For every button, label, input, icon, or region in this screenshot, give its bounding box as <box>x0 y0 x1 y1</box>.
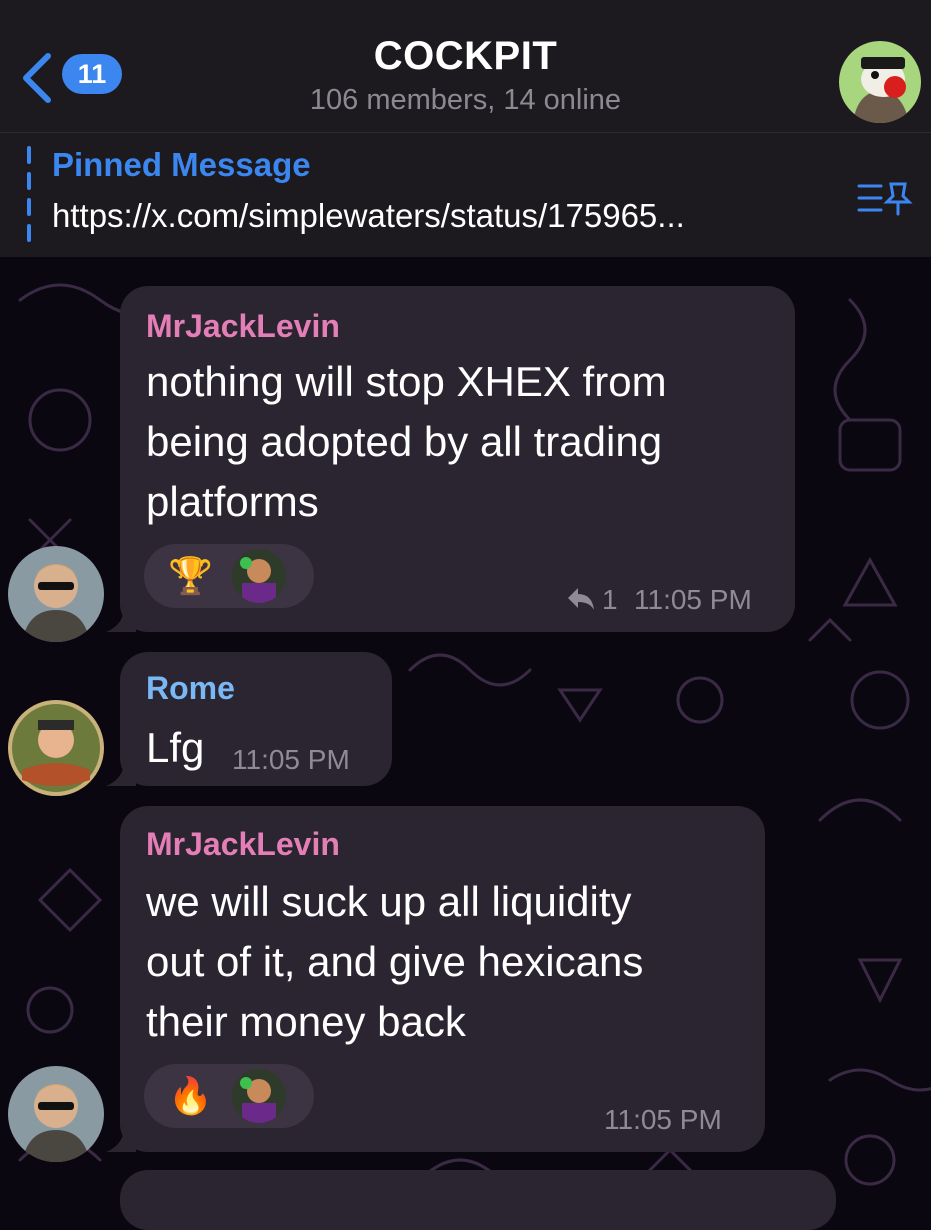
chat-subtitle: 106 members, 14 online <box>309 84 622 116</box>
pin-list-icon[interactable] <box>855 178 913 218</box>
reply-arrow-icon <box>568 588 594 610</box>
fire-reaction-icon: 🔥 <box>168 1075 213 1116</box>
reaction-chip[interactable]: 🏆 <box>144 544 314 608</box>
message-text-line: Lfg <box>146 724 205 771</box>
sender-avatar[interactable] <box>8 546 104 642</box>
sender-name[interactable]: MrJackLevin <box>146 308 340 345</box>
message-bubble[interactable]: Rome Lfg 11:05 PM <box>106 652 392 786</box>
group-avatar[interactable] <box>839 41 921 123</box>
reactor-avatar <box>232 549 286 603</box>
message-time: 11:05 PM <box>604 1104 722 1135</box>
reactor-avatar <box>232 1069 286 1123</box>
bubble-tail <box>106 602 136 632</box>
chat-header: 11 COCKPIT 106 members, 14 online <box>0 0 931 133</box>
bubble-tail <box>106 1122 136 1152</box>
message-bubble-partial[interactable] <box>120 1170 836 1230</box>
reaction-chip[interactable]: 🔥 <box>144 1064 314 1128</box>
pinned-indicator <box>27 146 31 244</box>
message-text-line: out of it, and give hexicans <box>146 938 644 985</box>
sender-name[interactable]: Rome <box>146 670 235 707</box>
bubble-tail <box>106 756 136 786</box>
chat-title[interactable]: COCKPIT <box>0 34 931 79</box>
sender-name[interactable]: MrJackLevin <box>146 826 340 863</box>
trophy-reaction-icon: 🏆 <box>168 555 213 596</box>
message-bubble[interactable]: MrJackLevin nothing will stop XHEX from … <box>106 286 795 632</box>
message-text-line: nothing will stop XHEX from <box>146 358 667 405</box>
message-text-line: their money back <box>146 998 466 1045</box>
message-text-line: being adopted by all trading <box>146 418 663 465</box>
message-bubble[interactable]: MrJackLevin we will suck up all liquidit… <box>106 806 765 1152</box>
sender-avatar[interactable] <box>8 700 104 796</box>
pinned-text: https://x.com/simplewaters/status/175965… <box>52 197 685 234</box>
pinned-title: Pinned Message <box>52 146 311 183</box>
message-text-line: we will suck up all liquidity <box>146 878 632 925</box>
sender-avatar[interactable] <box>8 1066 104 1162</box>
message-time: 11:05 PM <box>232 744 350 775</box>
message-text-line: platforms <box>146 478 319 525</box>
reply-count[interactable]: 1 <box>602 584 618 616</box>
message-time: 11:05 PM <box>634 584 752 615</box>
